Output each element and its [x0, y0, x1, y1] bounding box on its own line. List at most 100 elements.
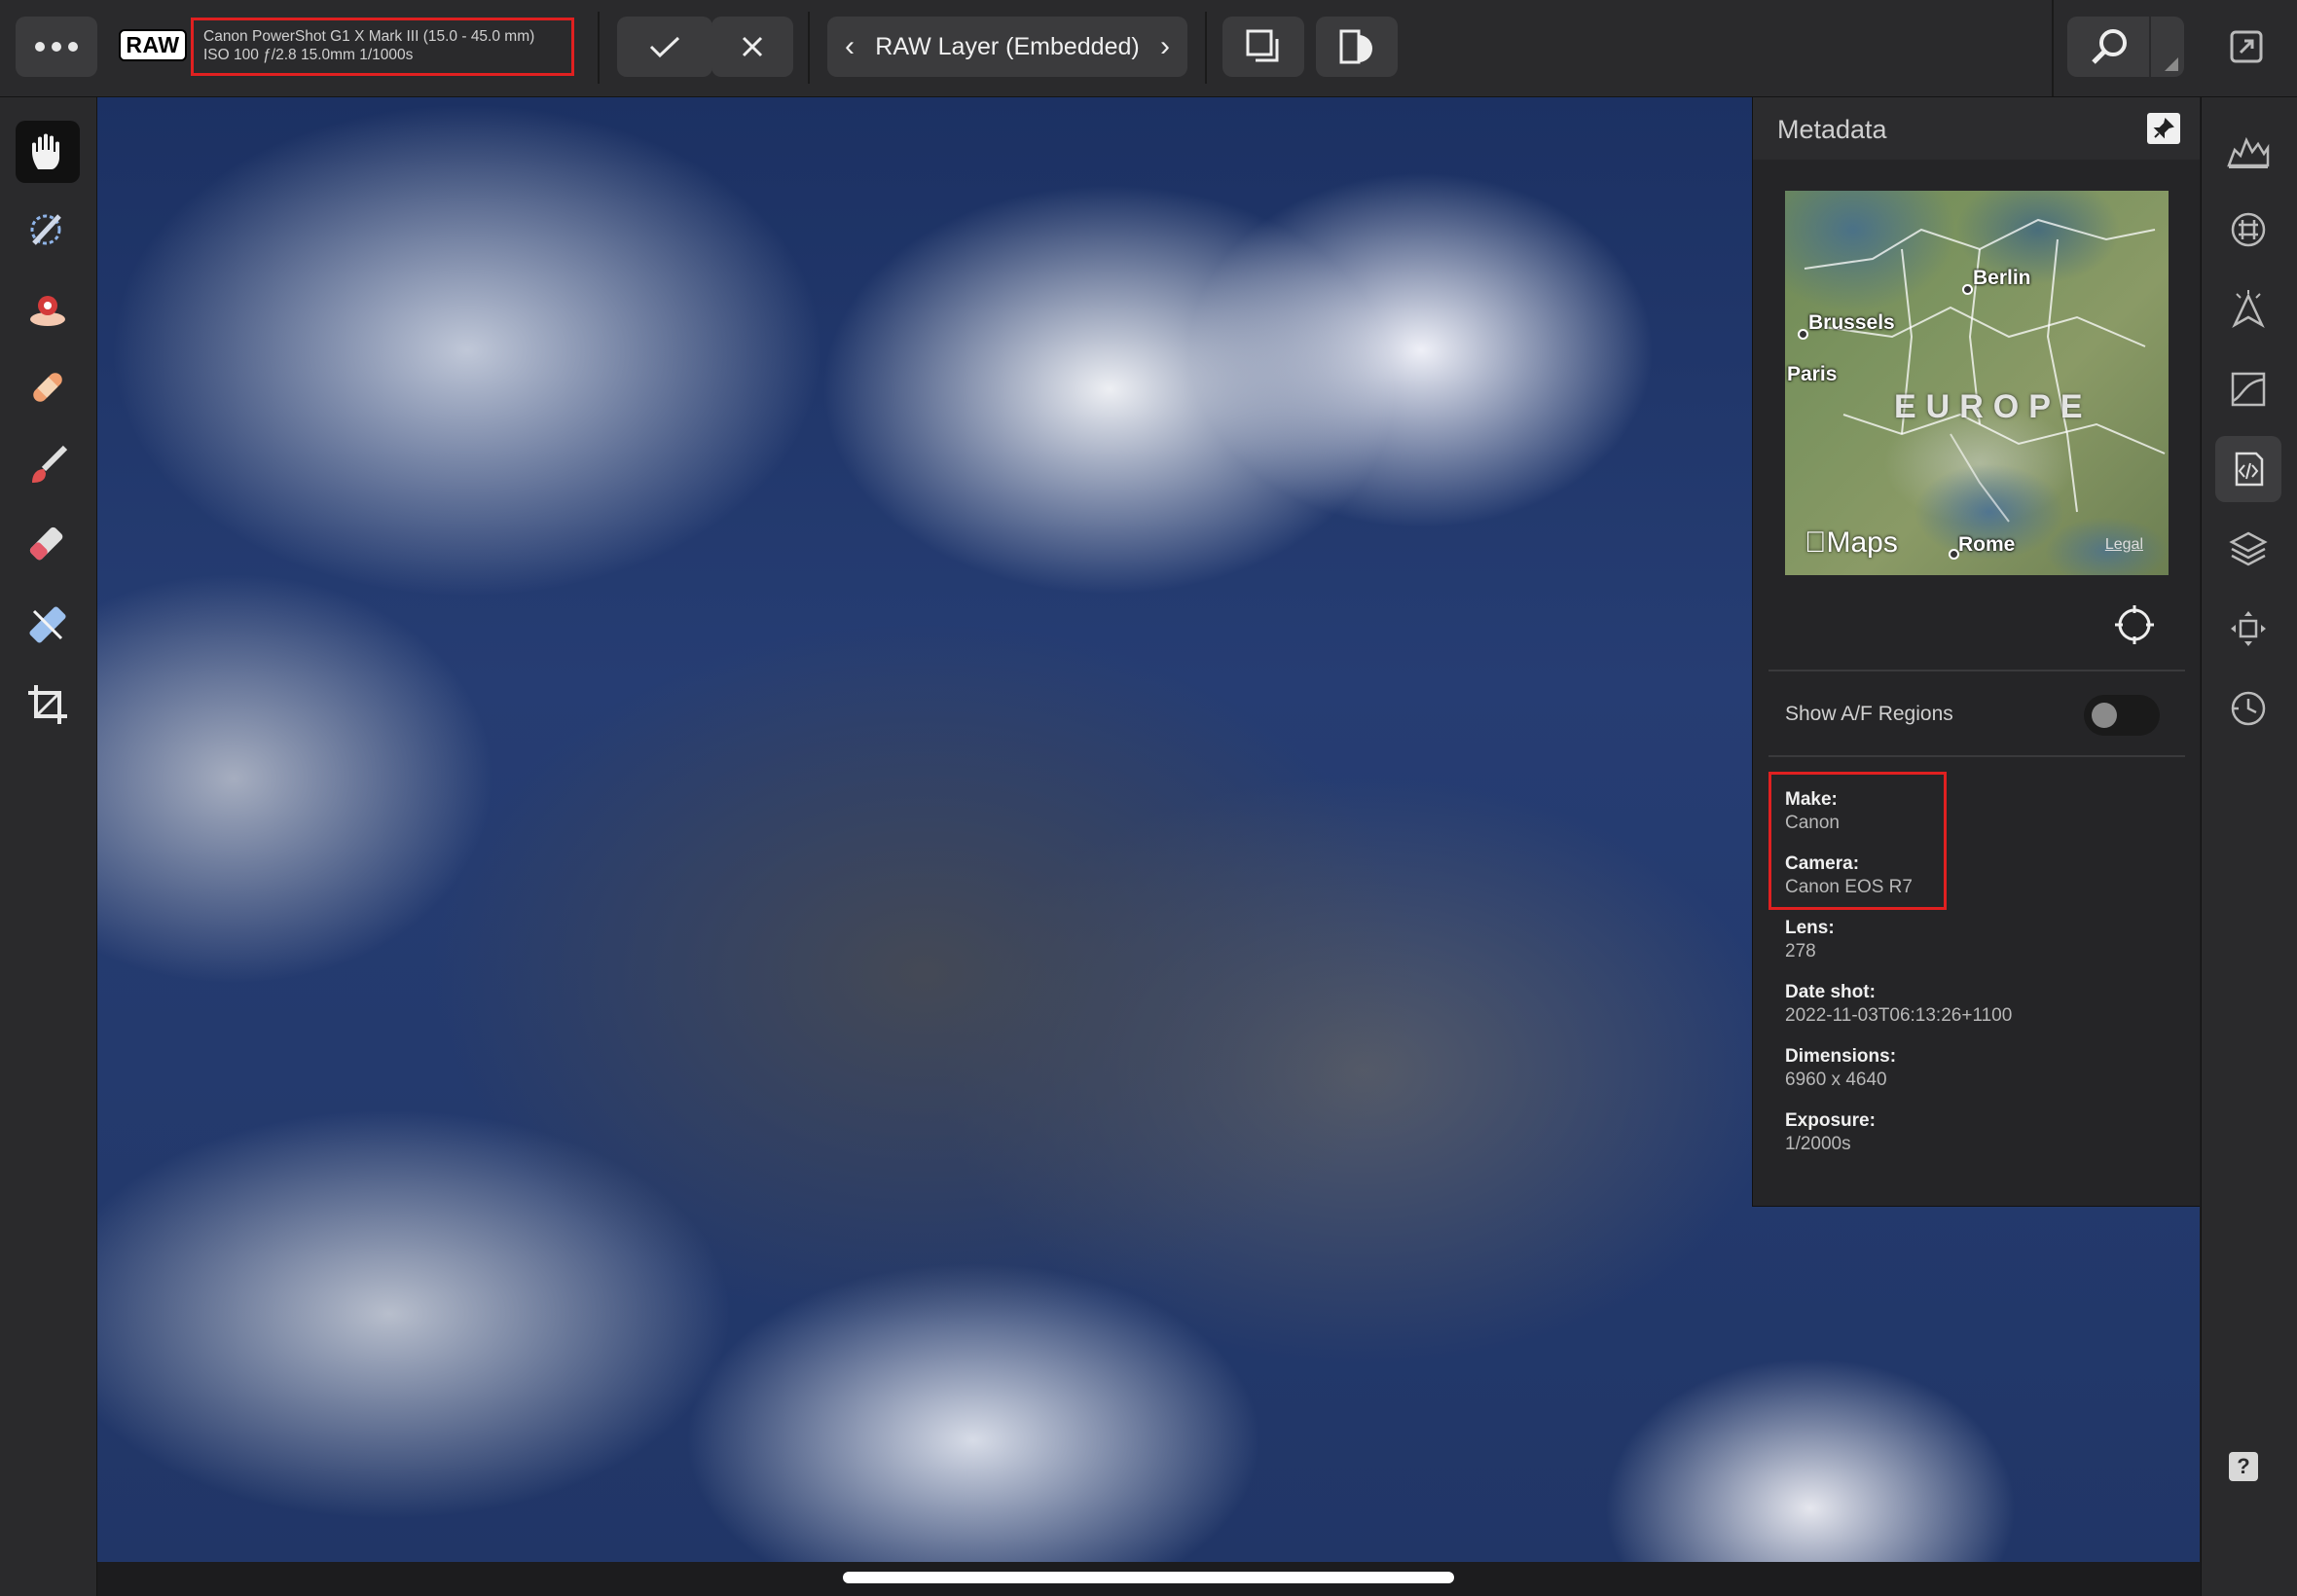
cancel-button[interactable]	[711, 17, 793, 77]
red-eye-tool[interactable]	[16, 278, 80, 341]
zoom-button[interactable]	[2067, 17, 2184, 77]
left-toolbar	[0, 97, 97, 1596]
hand-tool[interactable]	[16, 121, 80, 183]
meta-key: Date shot:	[1785, 982, 1876, 1002]
meta-value: Canon EOS R7	[1785, 877, 1913, 897]
meta-value: 278	[1785, 941, 1816, 961]
eraser-brush-tool[interactable]	[16, 514, 80, 576]
transform-panel-button[interactable]	[2215, 596, 2281, 662]
toolbar-divider	[1205, 12, 1207, 84]
red-eye-icon	[30, 296, 65, 326]
metadata-title: Metadata	[1777, 115, 1887, 144]
city-label: Berlin	[1973, 267, 2031, 289]
meta-field-camera: Camera: Canon EOS R7	[1785, 852, 1913, 899]
show-af-label: Show A/F Regions	[1785, 703, 1953, 725]
meta-key: Camera:	[1785, 853, 1860, 874]
crop-icon	[28, 685, 67, 724]
metadata-panel-button[interactable]	[2215, 436, 2281, 502]
chevron-right-icon[interactable]: ›	[1160, 30, 1170, 63]
zoom-divider	[2149, 17, 2151, 77]
meta-value: 6960 x 4640	[1785, 1070, 1887, 1090]
maps-brand: Maps	[1805, 526, 1898, 560]
top-toolbar: RAW Canon PowerShot G1 X Mark III (15.0 …	[0, 0, 2297, 97]
more-dots-icon	[35, 42, 78, 52]
selection-brush-tool[interactable]	[16, 199, 80, 261]
home-indicator	[843, 1572, 1454, 1583]
layer-label[interactable]: RAW Layer (Embedded)	[875, 33, 1139, 61]
crop-tool[interactable]	[16, 673, 80, 736]
meta-key: Exposure:	[1785, 1110, 1876, 1131]
history-icon	[2231, 691, 2266, 726]
maps-brand-label: Maps	[1805, 526, 1898, 559]
histogram-panel-button[interactable]	[2215, 117, 2281, 183]
checkmark-icon	[649, 36, 680, 58]
camera-info[interactable]: Canon PowerShot G1 X Mark III (15.0 - 45…	[191, 18, 574, 76]
pin-icon	[2153, 118, 2174, 139]
layers-panel-button[interactable]	[2215, 516, 2281, 582]
camera-info-line1: Canon PowerShot G1 X Mark III (15.0 - 45…	[203, 28, 535, 45]
healing-tool[interactable]	[16, 356, 80, 418]
city-label: Rome	[1958, 533, 2016, 556]
metadata-icon	[2235, 452, 2264, 487]
city-marker	[1962, 284, 1973, 295]
map-legal-link[interactable]: Legal	[2105, 536, 2143, 554]
toolbar-divider	[808, 12, 810, 84]
meta-value: Canon	[1785, 813, 1840, 833]
meta-value: 1/2000s	[1785, 1134, 1851, 1154]
meta-key: Lens:	[1785, 918, 1835, 938]
commit-button[interactable]	[617, 17, 712, 77]
history-panel-button[interactable]	[2215, 675, 2281, 742]
navigator-icon	[2232, 290, 2265, 329]
meta-value: 2022-11-03T06:13:26+1100	[1785, 1005, 2013, 1026]
layers-icon	[2229, 531, 2268, 566]
metadata-panel: Metadata Berlin Brussels Paris EUROPE Ro…	[1752, 97, 2200, 1207]
magnifier-icon	[2092, 29, 2127, 64]
curves-panel-button[interactable]	[2215, 356, 2281, 422]
bandage-icon	[33, 373, 62, 402]
pin-button[interactable]	[2147, 113, 2180, 144]
panel-divider	[1768, 670, 2185, 671]
channels-icon	[2231, 212, 2266, 247]
toggle-knob	[2092, 703, 2117, 728]
meta-field-exposure: Exposure: 1/2000s	[1785, 1109, 1876, 1156]
city-label: Brussels	[1808, 311, 1895, 334]
help-icon[interactable]: ?	[2229, 1452, 2258, 1481]
raw-badge: RAW	[119, 29, 187, 61]
meta-field-dimensions: Dimensions: 6960 x 4640	[1785, 1045, 1896, 1092]
paint-brush-tool[interactable]	[16, 434, 80, 496]
locate-icon[interactable]	[2113, 603, 2156, 646]
meta-field-date-shot: Date shot: 2022-11-03T06:13:26+1100	[1785, 981, 2012, 1028]
split-view-button[interactable]	[1316, 17, 1398, 77]
show-af-toggle[interactable]	[2084, 695, 2160, 736]
camera-info-line2: ISO 100 ƒ/2.8 15.0mm 1/1000s	[203, 47, 414, 63]
metadata-header: Metadata	[1753, 97, 2200, 160]
hand-icon	[32, 133, 59, 169]
compare-button[interactable]	[1222, 17, 1304, 77]
meta-field-lens: Lens: 278	[1785, 917, 1835, 963]
expand-icon[interactable]	[2229, 29, 2264, 64]
more-menu-button[interactable]	[16, 17, 97, 77]
region-label: EUROPE	[1894, 388, 2093, 425]
meta-key: Dimensions:	[1785, 1046, 1897, 1067]
brush-icon	[32, 445, 68, 483]
location-map[interactable]: Berlin Brussels Paris EUROPE Rome Maps …	[1785, 191, 2169, 575]
navigator-panel-button[interactable]	[2215, 276, 2281, 343]
toolbar-divider	[2052, 0, 2054, 96]
gradient-tool[interactable]	[16, 594, 80, 656]
panel-divider	[1768, 755, 2185, 757]
chevron-left-icon[interactable]: ‹	[845, 30, 855, 63]
zoom-options-icon[interactable]	[2165, 57, 2178, 71]
toolbar-divider	[598, 12, 600, 84]
right-panel-bar	[2201, 97, 2297, 1596]
selection-brush-icon	[30, 214, 61, 245]
map-borders	[1804, 218, 2166, 523]
city-label: Paris	[1787, 363, 1838, 385]
curves-icon	[2231, 372, 2266, 407]
meta-field-make: Make: Canon	[1785, 788, 1840, 835]
move-icon	[2231, 611, 2266, 646]
meta-key: Make:	[1785, 789, 1838, 810]
layer-navigator: ‹ RAW Layer (Embedded) ›	[827, 17, 1187, 77]
channels-panel-button[interactable]	[2215, 197, 2281, 263]
gradient-icon	[29, 606, 66, 643]
eraser-icon	[29, 526, 63, 561]
